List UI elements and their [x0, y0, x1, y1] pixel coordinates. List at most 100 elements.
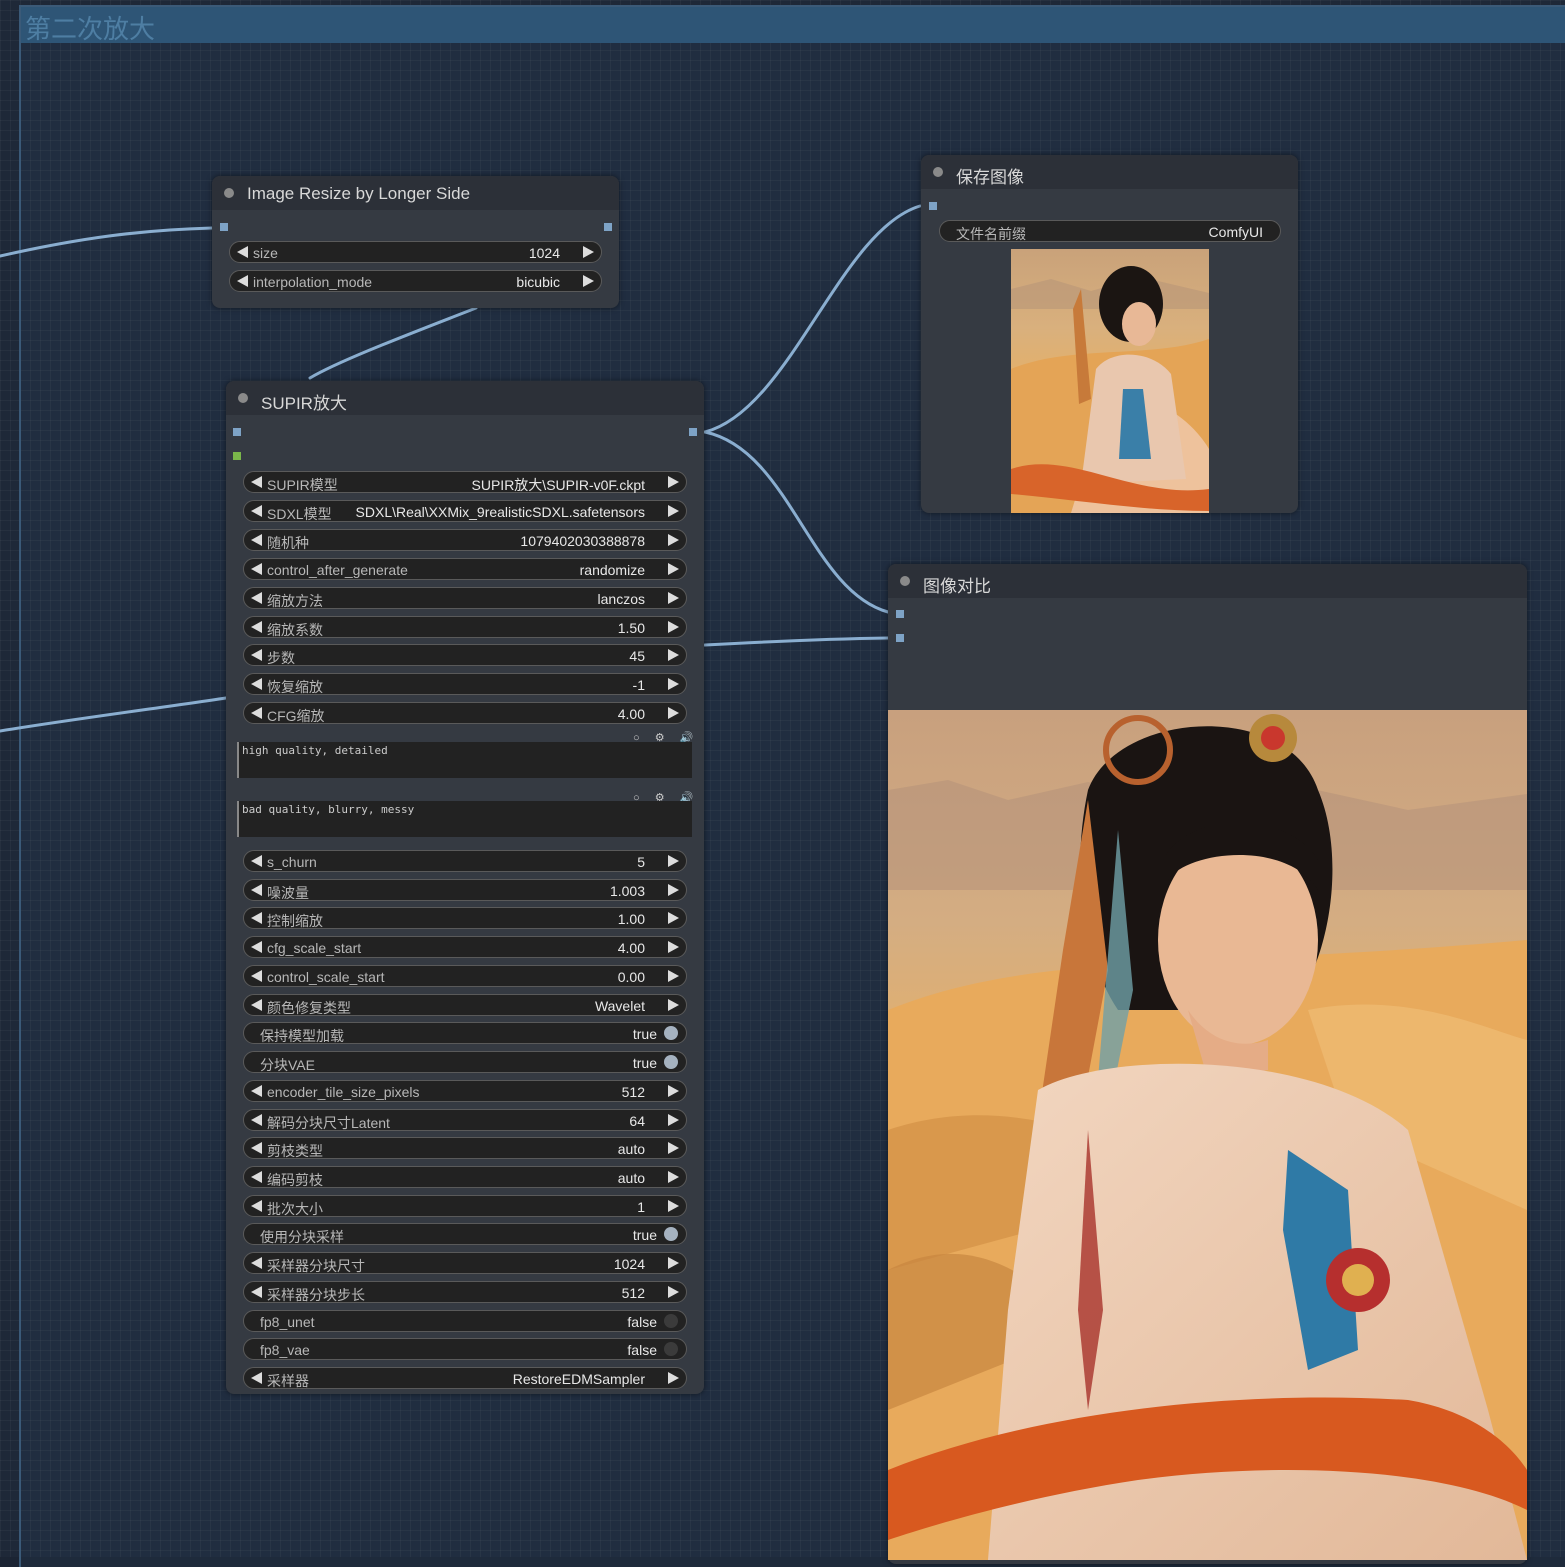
collapse-dot-icon[interactable]	[933, 167, 943, 177]
node-save-image[interactable]: 保存图像 文件名前缀 ComfyUI	[921, 155, 1298, 513]
collapse-dot-icon[interactable]	[238, 393, 248, 403]
node-supir-upscale[interactable]: SUPIR放大 SUPIR模型 SUPIR放大\SUPIR-v0F.ckpt SDX…	[226, 381, 704, 1394]
input-slot-image[interactable]	[233, 428, 241, 436]
widget-fp8-vae[interactable]: fp8_vae false	[243, 1338, 687, 1361]
triangle-right-icon[interactable]	[668, 620, 679, 633]
widget-nodes-supir-widgets2-5[interactable]: 颜色修复类型 Wavelet	[243, 993, 687, 1016]
output-slot-image[interactable]	[689, 428, 697, 436]
widget-nodes-supir-widgets2-15[interactable]: 采样器分块步长 512	[243, 1280, 687, 1303]
triangle-right-icon[interactable]	[668, 1285, 679, 1298]
widget-nodes-supir-widgets-4[interactable]: 缩放方法 lanczos	[243, 586, 687, 609]
triangle-right-icon[interactable]	[668, 998, 679, 1011]
widget-nodes-supir-widgets2-13[interactable]: 使用分块采样 true	[243, 1223, 687, 1246]
triangle-right-icon[interactable]	[668, 969, 679, 982]
triangle-left-icon[interactable]	[251, 883, 262, 896]
widget-latent[interactable]: 解码分块尺寸Latent 64	[243, 1108, 687, 1131]
triangle-right-icon[interactable]	[668, 504, 679, 517]
preview-image[interactable]	[1011, 249, 1209, 513]
triangle-left-icon[interactable]	[251, 1171, 262, 1184]
positive-prompt-textarea[interactable]: high quality, detailed	[237, 742, 692, 778]
triangle-left-icon[interactable]	[251, 1142, 262, 1155]
group-header[interactable]: 第二次放大	[21, 7, 1565, 45]
widget-nodes-supir-widgets-2[interactable]: 随机种 1079402030388878	[243, 528, 687, 551]
widget-cfg[interactable]: CFG缩放 4.00	[243, 702, 687, 725]
collapse-dot-icon[interactable]	[224, 188, 234, 198]
toggle-knob-icon[interactable]	[664, 1227, 678, 1242]
triangle-right-icon[interactable]	[668, 1084, 679, 1097]
widget-nodes-supir-widgets2-1[interactable]: 噪波量 1.003	[243, 878, 687, 901]
toggle-knob-icon[interactable]	[664, 1313, 678, 1328]
widget-nodes-supir-widgets-5[interactable]: 缩放系数 1.50	[243, 615, 687, 638]
triangle-left-icon[interactable]	[251, 1113, 262, 1126]
triangle-left-icon[interactable]	[251, 998, 262, 1011]
toggle-knob-icon[interactable]	[664, 1342, 678, 1357]
node-header[interactable]: 图像对比	[888, 564, 1527, 598]
widget-cfg-scale-start[interactable]: cfg_scale_start 4.00	[243, 936, 687, 959]
triangle-left-icon[interactable]	[251, 855, 262, 867]
triangle-left-icon[interactable]	[251, 969, 262, 982]
triangle-right-icon[interactable]	[668, 1257, 679, 1270]
widget-encoder-tile-size-pixels[interactable]: encoder_tile_size_pixels 512	[243, 1079, 687, 1102]
triangle-left-icon[interactable]	[251, 533, 262, 546]
triangle-right-icon[interactable]	[668, 855, 679, 867]
triangle-left-icon[interactable]	[237, 275, 248, 287]
collapse-dot-icon[interactable]	[900, 576, 910, 586]
triangle-left-icon[interactable]	[251, 1084, 262, 1097]
triangle-left-icon[interactable]	[251, 678, 262, 691]
triangle-left-icon[interactable]	[251, 941, 262, 954]
toggle-knob-icon[interactable]	[664, 1026, 678, 1041]
widget-s-churn[interactable]: s_churn 5	[243, 850, 687, 872]
triangle-right-icon[interactable]	[668, 707, 679, 720]
widget-supir[interactable]: SUPIR模型 SUPIR放大\SUPIR-v0F.ckpt	[243, 471, 687, 493]
triangle-left-icon[interactable]	[251, 1372, 262, 1385]
triangle-left-icon[interactable]	[251, 562, 262, 575]
output-slot-image[interactable]	[604, 223, 612, 231]
triangle-left-icon[interactable]	[251, 1257, 262, 1270]
node-header[interactable]: SUPIR放大	[226, 381, 704, 415]
widget-vae[interactable]: 分块VAE true	[243, 1051, 687, 1074]
widget-filename-prefix[interactable]: 文件名前缀 ComfyUI	[939, 220, 1281, 242]
input-slot-model[interactable]	[233, 452, 241, 460]
widget-nodes-supir-widgets-6[interactable]: 步数 45	[243, 644, 687, 667]
node-image-resize[interactable]: Image Resize by Longer Side size 1024 in…	[212, 176, 619, 308]
node-image-compare[interactable]: 图像对比	[888, 564, 1527, 1564]
triangle-right-icon[interactable]	[668, 1372, 679, 1385]
triangle-right-icon[interactable]	[583, 246, 594, 258]
triangle-right-icon[interactable]	[668, 883, 679, 896]
widget-nodes-supir-widgets2-12[interactable]: 批次大小 1	[243, 1194, 687, 1217]
triangle-right-icon[interactable]	[668, 1199, 679, 1212]
widget-control-scale-start[interactable]: control_scale_start 0.00	[243, 964, 687, 987]
input-slot-image-b[interactable]	[896, 634, 904, 642]
triangle-left-icon[interactable]	[251, 476, 262, 488]
triangle-right-icon[interactable]	[668, 591, 679, 604]
negative-prompt-textarea[interactable]: bad quality, blurry, messy	[237, 801, 692, 837]
widget-nodes-supir-widgets2-14[interactable]: 采样器分块尺寸 1024	[243, 1252, 687, 1275]
widget-size[interactable]: size 1024	[229, 241, 602, 263]
triangle-right-icon[interactable]	[668, 533, 679, 546]
triangle-right-icon[interactable]	[668, 649, 679, 662]
widget-fp8-unet[interactable]: fp8_unet false	[243, 1309, 687, 1332]
widget-nodes-supir-widgets2-10[interactable]: 剪枝类型 auto	[243, 1137, 687, 1160]
widget-nodes-supir-widgets2-6[interactable]: 保持模型加载 true	[243, 1022, 687, 1045]
triangle-right-icon[interactable]	[668, 476, 679, 488]
input-slot-images[interactable]	[929, 202, 937, 210]
triangle-left-icon[interactable]	[251, 1199, 262, 1212]
triangle-left-icon[interactable]	[251, 649, 262, 662]
triangle-left-icon[interactable]	[237, 246, 248, 258]
input-slot-image-a[interactable]	[896, 610, 904, 618]
triangle-right-icon[interactable]	[668, 912, 679, 925]
toggle-knob-icon[interactable]	[664, 1055, 678, 1070]
widget-nodes-supir-widgets-7[interactable]: 恢复缩放 -1	[243, 673, 687, 696]
triangle-left-icon[interactable]	[251, 707, 262, 720]
node-header[interactable]: 保存图像	[921, 155, 1298, 189]
triangle-left-icon[interactable]	[251, 620, 262, 633]
triangle-right-icon[interactable]	[668, 562, 679, 575]
triangle-left-icon[interactable]	[251, 591, 262, 604]
triangle-left-icon[interactable]	[251, 504, 262, 517]
node-header[interactable]: Image Resize by Longer Side	[212, 176, 619, 210]
triangle-right-icon[interactable]	[668, 1113, 679, 1126]
widget-interpolation-mode[interactable]: interpolation_mode bicubic	[229, 270, 602, 292]
triangle-left-icon[interactable]	[251, 1285, 262, 1298]
triangle-right-icon[interactable]	[668, 1171, 679, 1184]
triangle-left-icon[interactable]	[251, 912, 262, 925]
